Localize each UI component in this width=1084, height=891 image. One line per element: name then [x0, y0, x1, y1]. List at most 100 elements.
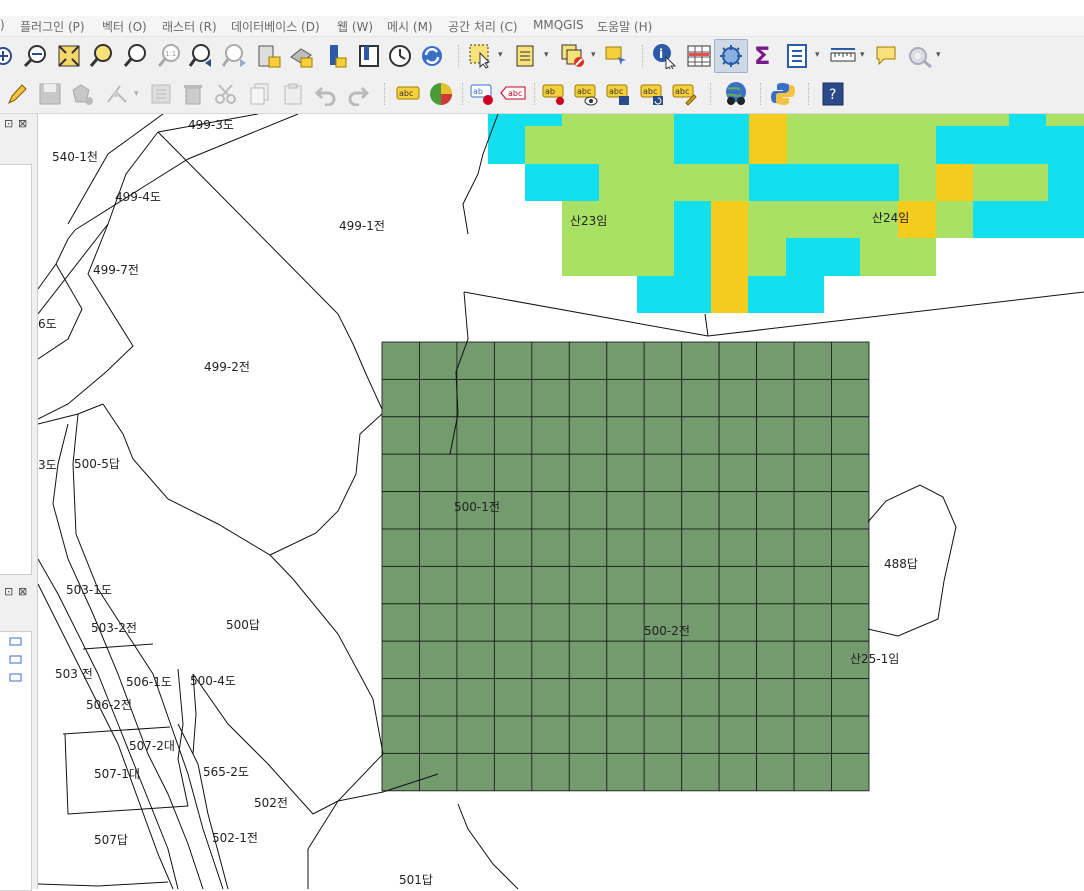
- save-edits-icon[interactable]: [38, 82, 62, 106]
- cut-features-icon[interactable]: [214, 82, 238, 106]
- zoom-full-icon[interactable]: [56, 43, 82, 69]
- show-bookmarks-icon[interactable]: [289, 43, 315, 69]
- open-attribute-table-icon[interactable]: [686, 43, 712, 69]
- select-by-value-icon[interactable]: [514, 43, 540, 69]
- layers-tree[interactable]: [0, 164, 32, 575]
- grid-cell: [681, 752, 720, 792]
- plugins-gear-icon[interactable]: [906, 43, 934, 69]
- toggle-editing-pencil-icon[interactable]: [6, 82, 28, 106]
- menu-mesh[interactable]: 메시 (M): [387, 18, 433, 35]
- move-label-icon[interactable]: ab: [542, 81, 568, 107]
- zoom-out-icon[interactable]: [22, 44, 48, 68]
- chevron-down-icon[interactable]: ▾: [591, 50, 596, 60]
- grid-cell: [568, 640, 608, 680]
- processing-toolbox-icon[interactable]: [718, 43, 744, 69]
- dock-close-button[interactable]: ⊠: [18, 117, 27, 130]
- grid-cell: [831, 715, 870, 754]
- menu-web[interactable]: 웹 (W): [337, 18, 373, 35]
- menu-plugins[interactable]: 플러그인 (P): [20, 18, 85, 35]
- chevron-down-icon[interactable]: ▾: [815, 50, 820, 60]
- svg-text:abc: abc: [675, 87, 689, 96]
- grid-cell: [793, 715, 833, 754]
- chevron-down-icon[interactable]: ▾: [544, 50, 549, 60]
- new-bookmark-icon[interactable]: [257, 43, 283, 69]
- globe-binoculars-icon[interactable]: [722, 80, 750, 108]
- help-icon[interactable]: ?: [820, 81, 846, 107]
- refresh-icon[interactable]: [420, 43, 446, 69]
- zoom-to-layer-icon[interactable]: [122, 43, 148, 69]
- parcel-label: 507-2대: [129, 739, 175, 753]
- parcel-label: 500-5답: [74, 457, 120, 471]
- menu-mmqgis[interactable]: MMQGIS: [533, 18, 584, 32]
- dock-float-button[interactable]: ⊡: [4, 117, 13, 130]
- toolbar-separator: [642, 45, 644, 67]
- show-hide-label-icon[interactable]: abc: [574, 81, 600, 107]
- menu-database[interactable]: 데이터베이스 (D): [231, 18, 320, 35]
- menu-bar: ) 플러그인 (P) 벡터 (O) 래스터 (R) 데이터베이스 (D) 웹 (…: [0, 0, 1084, 37]
- zoom-in-icon[interactable]: [0, 45, 14, 67]
- redo-icon[interactable]: [346, 82, 370, 106]
- grid-cell: [756, 491, 795, 530]
- raster-cell: [599, 164, 749, 201]
- grid-cell: [681, 416, 720, 455]
- vertex-tool-icon[interactable]: [104, 82, 130, 106]
- select-features-icon[interactable]: [468, 43, 494, 69]
- measure-icon[interactable]: [830, 43, 856, 69]
- paste-features-icon[interactable]: [282, 82, 304, 106]
- menu-raster[interactable]: 래스터 (R): [162, 18, 217, 35]
- raster-cell: [488, 126, 525, 164]
- pin-label-icon[interactable]: ab: [470, 81, 496, 107]
- menu-processing[interactable]: 공간 처리 (C): [448, 18, 518, 35]
- raster-cell: [562, 238, 674, 276]
- clock-icon[interactable]: [388, 43, 414, 69]
- dock-float-button[interactable]: ⊡: [4, 585, 13, 598]
- dock-close-button[interactable]: ⊠: [18, 585, 27, 598]
- chevron-down-icon[interactable]: ▾: [936, 50, 941, 60]
- grid-cell: [793, 565, 833, 605]
- zoom-last-icon[interactable]: [189, 43, 215, 69]
- grid-cell: [606, 491, 645, 530]
- grid-cell: [681, 678, 720, 717]
- grid-cell: [793, 453, 833, 493]
- copy-features-icon[interactable]: [249, 82, 271, 106]
- undo-icon[interactable]: [314, 82, 338, 106]
- select-by-expression-icon[interactable]: [604, 43, 630, 69]
- svg-text:abc: abc: [508, 89, 522, 98]
- menu-help[interactable]: 도움말 (H): [597, 18, 652, 35]
- deselect-icon[interactable]: [560, 43, 588, 69]
- chevron-down-icon[interactable]: ▾: [498, 50, 503, 60]
- map-canvas[interactable]: 499-3도 540-1천 499-4도 499-1전 499-7전 6도 49…: [38, 114, 1084, 889]
- statistics-sigma-icon[interactable]: Σ: [752, 42, 776, 70]
- grid-cell: [831, 453, 870, 493]
- menu-vector[interactable]: 벡터 (O): [102, 18, 147, 35]
- modify-attributes-icon[interactable]: [150, 82, 174, 106]
- change-label-icon[interactable]: abc: [606, 81, 632, 107]
- identify-icon[interactable]: i: [652, 43, 678, 69]
- grid-cell: [756, 715, 795, 754]
- parcel-label: 499-2전: [204, 360, 250, 374]
- grid-cell: [793, 528, 833, 567]
- grid-cell: [456, 416, 495, 455]
- delete-selected-icon[interactable]: [182, 82, 204, 106]
- layer-styling-icon[interactable]: [428, 81, 454, 107]
- zoom-next-icon[interactable]: [222, 43, 248, 69]
- add-feature-icon[interactable]: [70, 82, 96, 106]
- field-calculator-icon[interactable]: [786, 43, 810, 69]
- label-abc-icon[interactable]: abc: [396, 83, 420, 103]
- map-tips-icon[interactable]: [326, 43, 352, 69]
- chevron-down-icon[interactable]: ▾: [134, 89, 139, 99]
- python-console-icon[interactable]: [770, 81, 796, 107]
- temporal-controller-icon[interactable]: [357, 43, 383, 69]
- label-properties-icon[interactable]: abc: [672, 81, 698, 107]
- highlight-label-icon[interactable]: abc: [500, 83, 526, 103]
- annotation-icon[interactable]: [874, 43, 900, 69]
- grid-cell: [493, 378, 533, 418]
- zoom-to-selection-icon[interactable]: [88, 43, 114, 69]
- chevron-down-icon[interactable]: ▾: [860, 50, 865, 60]
- menu-item-partial[interactable]: ): [0, 18, 5, 32]
- raster-cell: [973, 164, 1048, 201]
- rotate-label-icon[interactable]: abc: [640, 81, 666, 107]
- grid-cell: [456, 752, 495, 792]
- zoom-native-icon[interactable]: 1:1: [156, 43, 182, 69]
- grid-cell: [381, 603, 420, 642]
